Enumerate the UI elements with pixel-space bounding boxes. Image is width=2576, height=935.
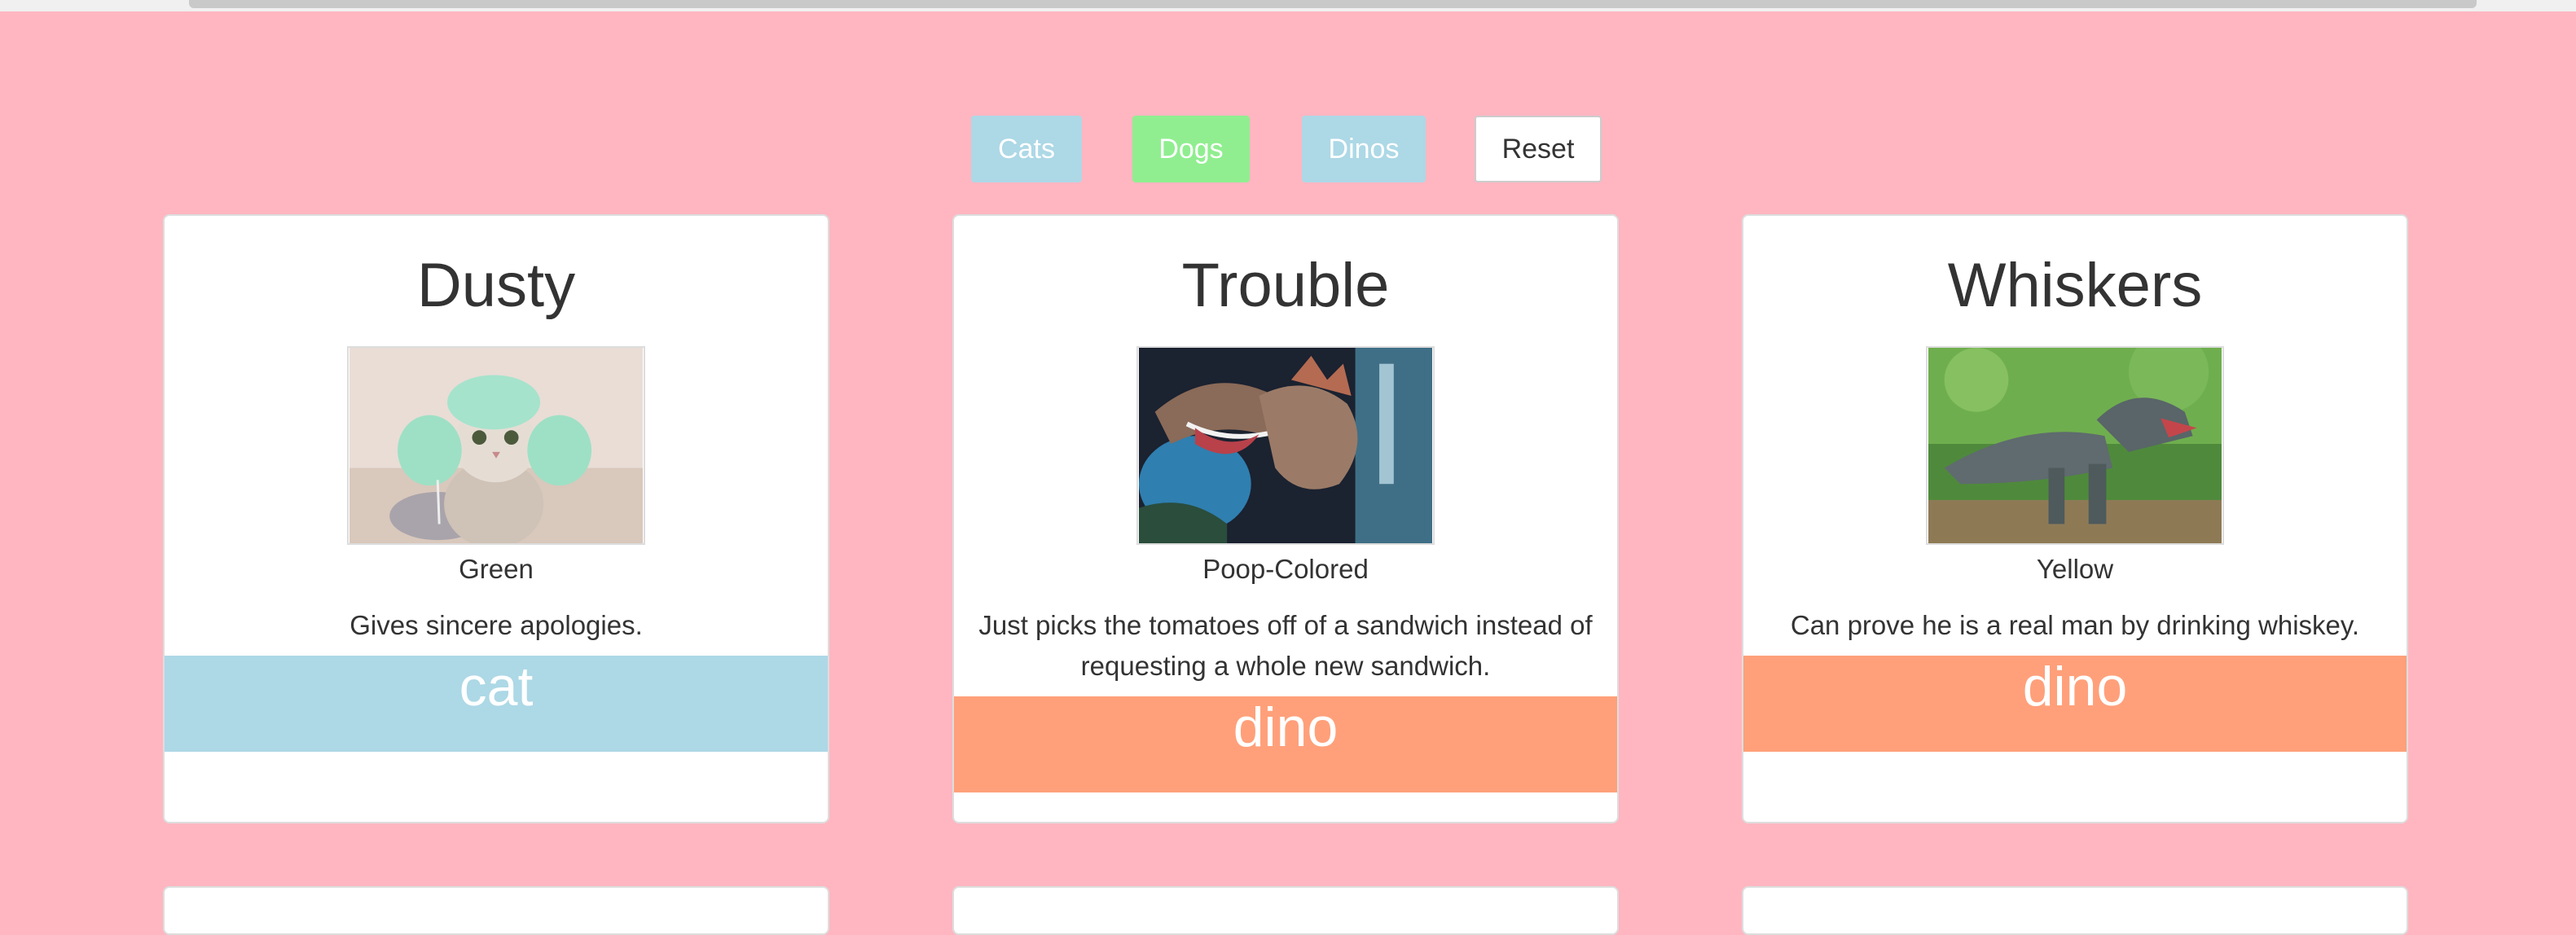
pet-color: Poop-Colored [1202, 554, 1369, 584]
pet-card-partial [163, 886, 829, 935]
cats-filter-button[interactable]: Cats [971, 116, 1082, 182]
pet-type-banner: dino [954, 696, 1617, 792]
pet-card: Dusty Green Gives sincere apologies. cat [163, 214, 829, 823]
pet-description: Gives sincere apologies. [349, 610, 643, 640]
pet-description: Can prove he is a real man by drinking w… [1790, 610, 2360, 640]
pet-color: Green [459, 554, 534, 584]
dogs-filter-button[interactable]: Dogs [1132, 116, 1250, 182]
dinosaur-photo-icon [1928, 348, 2222, 543]
filter-bar: Cats Dogs Dinos Reset [0, 116, 2576, 182]
pet-type-banner: cat [165, 656, 828, 752]
cat-photo-icon [349, 348, 643, 543]
pet-photo [1926, 346, 2224, 545]
dinos-filter-button[interactable]: Dinos [1302, 116, 1426, 182]
pet-card: Trouble Poop-Colored Just picks the toma… [952, 214, 1619, 823]
pet-name: Trouble [1181, 251, 1390, 320]
pet-card-partial [1742, 886, 2408, 935]
horizontal-scrollbar[interactable] [0, 0, 2576, 11]
pet-card: Whiskers Yellow Can prove he is a real m… [1742, 214, 2408, 823]
pet-description: Just picks the tomatoes off of a sandwic… [978, 610, 1593, 681]
reset-button[interactable]: Reset [1475, 116, 1602, 182]
pet-photo [347, 346, 645, 545]
scrollbar-thumb[interactable] [189, 0, 2477, 8]
pet-color: Yellow [2036, 554, 2114, 584]
pet-name: Whiskers [1947, 251, 2203, 320]
pet-type-banner: dino [1743, 656, 2407, 752]
pet-card-partial [952, 886, 1619, 935]
pet-name: Dusty [416, 251, 576, 320]
dinosaur-photo-icon [1139, 348, 1432, 543]
pet-photo [1136, 346, 1435, 545]
